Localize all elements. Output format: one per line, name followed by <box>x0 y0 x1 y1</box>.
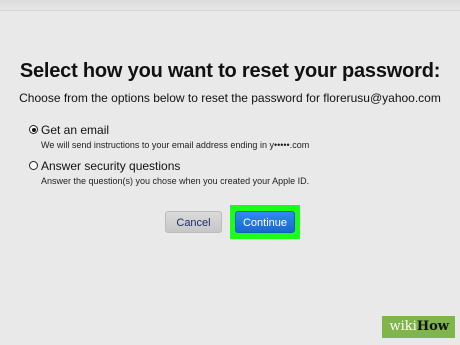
radio-get-email[interactable] <box>29 125 38 134</box>
option-description: Answer the question(s) you chose when yo… <box>41 176 310 186</box>
window-top-bar <box>0 0 460 11</box>
continue-button[interactable]: Continue <box>235 211 295 233</box>
option-description: We will send instructions to your email … <box>41 140 310 150</box>
wikihow-watermark: wikiHow <box>381 316 455 338</box>
watermark-wiki: wiki <box>389 319 417 334</box>
option-label[interactable]: Get an email <box>41 123 109 137</box>
option-label[interactable]: Answer security questions <box>41 159 180 173</box>
page-subtitle: Choose from the options below to reset t… <box>19 91 441 105</box>
page-title: Select how you want to reset your passwo… <box>19 60 441 82</box>
continue-highlight: Continue <box>230 205 300 239</box>
cancel-button[interactable]: Cancel <box>165 211 222 233</box>
radio-security-questions[interactable] <box>29 161 38 170</box>
watermark-how: How <box>416 319 449 334</box>
